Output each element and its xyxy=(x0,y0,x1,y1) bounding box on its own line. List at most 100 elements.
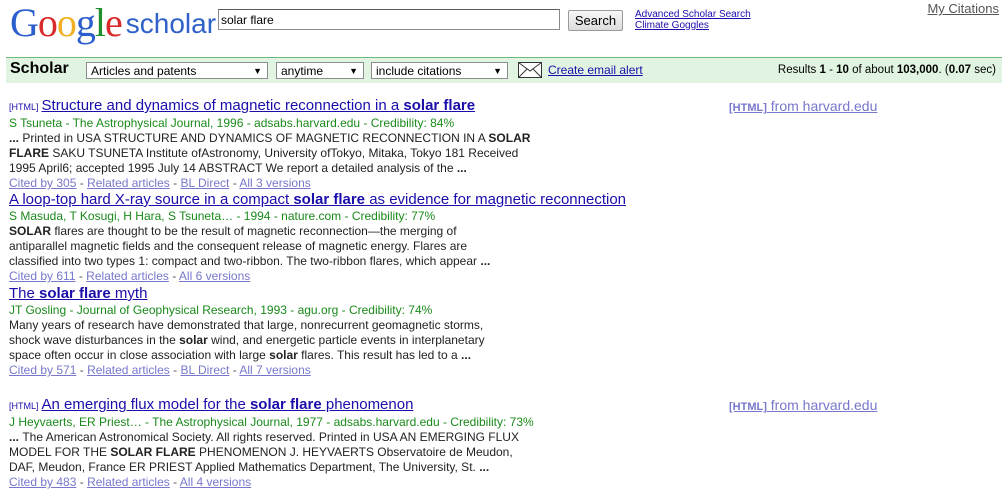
snippet-text: shock wave disturbances in the xyxy=(9,333,180,347)
result-links: Cited by 571 - Related articles - BL Dir… xyxy=(9,363,311,377)
snippet-text: MODEL FOR THE xyxy=(9,445,111,459)
result-snippet-line: SOLAR flares are thought to be the resul… xyxy=(9,224,1006,239)
result-title-link[interactable]: The solar flare myth xyxy=(9,285,147,302)
snippet-text: antiparallel magnetic fields and the con… xyxy=(9,239,468,253)
cited-by-link[interactable]: Cited by 571 xyxy=(9,363,76,377)
google-scholar-logo[interactable]: Google scholar xyxy=(10,3,216,43)
all-versions-link[interactable]: All 6 versions xyxy=(179,269,250,283)
result-title-link[interactable]: A loop-top hard X-ray source in a compac… xyxy=(9,191,626,208)
title-text: phenomenon xyxy=(321,396,414,413)
snippet-bold: ... xyxy=(9,430,23,444)
fulltext-source: from harvard.edu xyxy=(766,98,878,114)
google-logo-text: Google xyxy=(10,0,123,45)
chevron-down-icon: ▼ xyxy=(493,66,502,76)
logo-letter: o xyxy=(56,0,77,45)
result-links: Cited by 483 - Related articles - All 4 … xyxy=(9,475,252,489)
related-articles-link[interactable]: Related articles xyxy=(87,176,170,190)
logo-letter: o xyxy=(37,0,58,45)
citations-value: include citations xyxy=(376,64,462,78)
snippet-bold: ... xyxy=(9,131,23,145)
logo-letter: g xyxy=(75,0,96,45)
cited-by-link[interactable]: Cited by 611 xyxy=(9,269,76,283)
fulltext-tag: [HTML] xyxy=(729,401,767,413)
article-type-value: Articles and patents xyxy=(91,64,197,78)
result-meta: JT Gosling - Journal of Geophysical Rese… xyxy=(9,303,433,317)
toolbar-title: Scholar xyxy=(10,60,69,77)
scholar-toolbar: Scholar Articles and patents ▼ anytime ▼… xyxy=(6,57,1002,83)
result-snippet-line: FLARE SAKU TSUNETA Institute ofAstronomy… xyxy=(9,146,1006,161)
scholar-logo-text: scholar xyxy=(125,8,217,39)
envelope-icon[interactable] xyxy=(518,62,542,78)
logo-letter: l xyxy=(94,0,106,45)
title-text: An emerging flux model for the xyxy=(41,396,250,413)
results-end: 10 xyxy=(836,64,849,76)
result-title-link[interactable]: An emerging flux model for the solar fla… xyxy=(42,396,414,413)
result-snippet-line: DAF, Meudon, France ER PRIEST Applied Ma… xyxy=(9,460,1006,475)
all-versions-link[interactable]: All 4 versions xyxy=(180,475,251,489)
result-snippet-line: antiparallel magnetic fields and the con… xyxy=(9,239,1006,254)
snippet-text: space often occur in close association w… xyxy=(9,348,270,362)
title-text: as evidence for magnetic reconnection xyxy=(365,191,627,208)
fulltext-link[interactable]: [HTML] from harvard.edu xyxy=(729,397,877,413)
result-title: A loop-top hard X-ray source in a compac… xyxy=(9,191,1006,209)
all-versions-link[interactable]: All 7 versions xyxy=(239,363,310,377)
result-snippet-line: classified into two types 1: compact and… xyxy=(9,254,1006,269)
title-text: A loop-top hard X-ray source in a compac… xyxy=(9,191,294,208)
snippet-bold: solar xyxy=(179,333,208,347)
result-snippet-line: space often occur in close association w… xyxy=(9,348,1006,363)
results-sep: - xyxy=(825,64,837,76)
article-type-select[interactable]: Articles and patents ▼ xyxy=(86,62,268,79)
time-range-select[interactable]: anytime ▼ xyxy=(276,62,364,79)
snippet-text: flares are thought to be the result of m… xyxy=(51,224,457,238)
related-articles-link[interactable]: Related articles xyxy=(87,363,170,377)
search-input[interactable] xyxy=(218,9,560,30)
snippet-bold: SOLAR xyxy=(9,224,51,238)
snippet-bold: solar xyxy=(269,348,298,362)
bl-direct-link[interactable]: BL Direct xyxy=(180,176,229,190)
title-keyword: solar flare xyxy=(39,285,111,302)
climate-goggles-link[interactable]: Climate Goggles xyxy=(635,20,751,31)
my-citations-link[interactable]: My Citations xyxy=(927,1,999,16)
snippet-text: Many years of research have demonstrated… xyxy=(9,318,484,332)
snippet-bold: FLARE xyxy=(9,146,49,160)
result-meta: J Heyvaerts, ER Priest… - The Astrophysi… xyxy=(9,415,534,429)
snippet-text: PHENOMENON J. HEYVAERTS Observatoire de … xyxy=(195,445,513,459)
title-text: Structure and dynamics of magnetic recon… xyxy=(41,97,404,114)
fulltext-link[interactable]: [HTML] from harvard.edu xyxy=(729,98,877,114)
citations-select[interactable]: include citations ▼ xyxy=(371,62,508,79)
snippet-bold: SOLAR xyxy=(488,131,531,145)
create-email-alert-link[interactable]: Create email alert xyxy=(548,63,643,77)
result-snippet-line: shock wave disturbances in the solar win… xyxy=(9,333,1006,348)
snippet-text: SAKU TSUNETA Institute ofAstronomy, Univ… xyxy=(49,146,519,160)
snippet-text: Printed in USA STRUCTURE AND DYNAMICS OF… xyxy=(22,131,489,145)
search-result: The solar flare myth JT Gosling - Journa… xyxy=(9,285,1006,377)
all-versions-link[interactable]: All 3 versions xyxy=(239,176,310,190)
html-tag: [HTML] xyxy=(9,102,39,112)
advanced-search-link[interactable]: Advanced Scholar Search xyxy=(635,9,751,20)
cited-by-link[interactable]: Cited by 305 xyxy=(9,176,76,190)
result-fulltext: [HTML] from harvard.edu xyxy=(729,397,877,413)
results-sec: sec) xyxy=(971,64,996,76)
result-meta: S Tsuneta - The Astrophysical Journal, 1… xyxy=(9,116,455,130)
related-articles-link[interactable]: Related articles xyxy=(86,269,169,283)
search-button[interactable]: Search xyxy=(568,10,623,31)
result-title: The solar flare myth xyxy=(9,285,1006,303)
related-articles-link[interactable]: Related articles xyxy=(87,475,170,489)
title-keyword: solar flare xyxy=(403,97,476,114)
snippet-text: flares. This result has led to a xyxy=(297,348,462,362)
result-snippet-line: ... The American Astronomical Society. A… xyxy=(9,430,1006,445)
chevron-down-icon: ▼ xyxy=(349,66,358,76)
logo-letter: G xyxy=(10,0,39,45)
cited-by-link[interactable]: Cited by 483 xyxy=(9,475,76,489)
snippet-text: wind, and energetic particle events in i… xyxy=(207,333,485,347)
snippet-text: 1995 April6; accepted 1995 July 14 ABSTR… xyxy=(9,161,457,175)
html-tag: [HTML] xyxy=(9,401,39,411)
header-links: Advanced Scholar Search Climate Goggles xyxy=(635,9,751,31)
result-snippet-line: 1995 April6; accepted 1995 July 14 ABSTR… xyxy=(9,161,1006,176)
search-result: A loop-top hard X-ray source in a compac… xyxy=(9,191,1006,283)
time-range-value: anytime xyxy=(281,64,324,78)
result-title-link[interactable]: Structure and dynamics of magnetic recon… xyxy=(42,97,476,114)
chevron-down-icon: ▼ xyxy=(253,66,262,76)
bl-direct-link[interactable]: BL Direct xyxy=(180,363,229,377)
result-meta: S Masuda, T Kosugi, H Hara, S Tsuneta… -… xyxy=(9,209,436,223)
